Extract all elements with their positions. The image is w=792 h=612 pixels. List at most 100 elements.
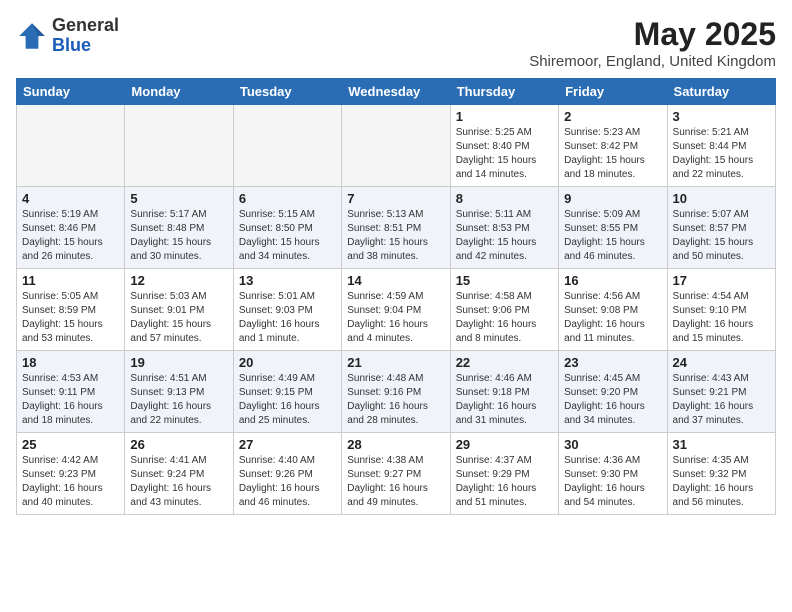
day-number: 5 (130, 191, 227, 206)
calendar-cell: 25 Sunrise: 4:42 AM Sunset: 9:23 PM Dayli… (17, 433, 125, 515)
day-number: 26 (130, 437, 227, 452)
day-info: Sunrise: 5:07 AM Sunset: 8:57 PM Dayligh… (673, 208, 770, 264)
day-number: 28 (347, 437, 444, 452)
calendar-cell: 22Sunrise: 4:46 AM Sunset: 9:18 PM Dayli… (450, 351, 558, 433)
logo-text: General Blue (52, 16, 119, 56)
week-row-2: 4 Sunrise: 5:19 AM Sunset: 8:46 PM Daylig… (17, 187, 776, 269)
weekday-header-monday: Monday (125, 79, 233, 105)
location: Shiremoor, England, United Kingdom (529, 53, 776, 70)
logo-general: General (52, 16, 119, 36)
day-number: 1 (456, 109, 553, 124)
calendar-cell: 8Sunrise: 5:11 AM Sunset: 8:53 PM Daylig… (450, 187, 558, 269)
week-row-4: 18Sunrise: 4:53 AM Sunset: 9:11 PM Dayli… (17, 351, 776, 433)
calendar-cell: 28 Sunrise: 4:38 AM Sunset: 9:27 PM Dayli… (342, 433, 450, 515)
day-info: Sunrise: 5:15 AM Sunset: 8:50 PM Dayligh… (239, 208, 336, 264)
calendar-cell: 7 Sunrise: 5:13 AM Sunset: 8:51 PM Daylig… (342, 187, 450, 269)
calendar-cell: 16Sunrise: 4:56 AM Sunset: 9:08 PM Dayli… (559, 269, 667, 351)
calendar-table: SundayMondayTuesdayWednesdayThursdayFrid… (16, 78, 776, 515)
logo-icon (16, 20, 48, 52)
day-number: 4 (22, 191, 119, 206)
calendar-cell: 23 Sunrise: 4:45 AM Sunset: 9:20 PM Dayli… (559, 351, 667, 433)
day-info: Sunrise: 4:58 AM Sunset: 9:06 PM Dayligh… (456, 290, 553, 346)
day-number: 2 (564, 109, 661, 124)
day-number: 3 (673, 109, 770, 124)
week-row-5: 25 Sunrise: 4:42 AM Sunset: 9:23 PM Dayli… (17, 433, 776, 515)
day-number: 6 (239, 191, 336, 206)
calendar-cell: 6 Sunrise: 5:15 AM Sunset: 8:50 PM Daylig… (233, 187, 341, 269)
calendar-cell: 17Sunrise: 4:54 AM Sunset: 9:10 PM Dayli… (667, 269, 775, 351)
calendar-cell: 24 Sunrise: 4:43 AM Sunset: 9:21 PM Dayli… (667, 351, 775, 433)
calendar-cell: 19 Sunrise: 4:51 AM Sunset: 9:13 PM Dayli… (125, 351, 233, 433)
day-info: Sunrise: 5:03 AM Sunset: 9:01 PM Dayligh… (130, 290, 227, 346)
calendar-cell: 13 Sunrise: 5:01 AM Sunset: 9:03 PM Dayli… (233, 269, 341, 351)
day-number: 9 (564, 191, 661, 206)
calendar-cell: 18Sunrise: 4:53 AM Sunset: 9:11 PM Dayli… (17, 351, 125, 433)
day-info: Sunrise: 4:35 AM Sunset: 9:32 PM Dayligh… (673, 454, 770, 510)
weekday-header-wednesday: Wednesday (342, 79, 450, 105)
day-number: 12 (130, 273, 227, 288)
calendar-cell: 3 Sunrise: 5:21 AM Sunset: 8:44 PM Daylig… (667, 105, 775, 187)
day-info: Sunrise: 4:59 AM Sunset: 9:04 PM Dayligh… (347, 290, 444, 346)
day-info: Sunrise: 4:38 AM Sunset: 9:27 PM Dayligh… (347, 454, 444, 510)
day-number: 18 (22, 355, 119, 370)
day-number: 29 (456, 437, 553, 452)
day-info: Sunrise: 4:51 AM Sunset: 9:13 PM Dayligh… (130, 372, 227, 428)
calendar-cell: 29 Sunrise: 4:37 AM Sunset: 9:29 PM Dayli… (450, 433, 558, 515)
day-info: Sunrise: 5:21 AM Sunset: 8:44 PM Dayligh… (673, 126, 770, 182)
day-number: 23 (564, 355, 661, 370)
day-info: Sunrise: 4:37 AM Sunset: 9:29 PM Dayligh… (456, 454, 553, 510)
day-info: Sunrise: 5:09 AM Sunset: 8:55 PM Dayligh… (564, 208, 661, 264)
day-info: Sunrise: 5:01 AM Sunset: 9:03 PM Dayligh… (239, 290, 336, 346)
month-year: May 2025 (529, 16, 776, 53)
day-number: 20 (239, 355, 336, 370)
day-info: Sunrise: 5:19 AM Sunset: 8:46 PM Dayligh… (22, 208, 119, 264)
page-header: General Blue May 2025 Shiremoor, England… (16, 16, 776, 70)
calendar-cell: 10Sunrise: 5:07 AM Sunset: 8:57 PM Dayli… (667, 187, 775, 269)
calendar-cell (17, 105, 125, 187)
calendar-cell: 31 Sunrise: 4:35 AM Sunset: 9:32 PM Dayli… (667, 433, 775, 515)
day-number: 14 (347, 273, 444, 288)
calendar-cell: 27 Sunrise: 4:40 AM Sunset: 9:26 PM Dayli… (233, 433, 341, 515)
day-number: 11 (22, 273, 119, 288)
day-info: Sunrise: 5:05 AM Sunset: 8:59 PM Dayligh… (22, 290, 119, 346)
calendar-cell: 20 Sunrise: 4:49 AM Sunset: 9:15 PM Dayli… (233, 351, 341, 433)
day-info: Sunrise: 4:45 AM Sunset: 9:20 PM Dayligh… (564, 372, 661, 428)
weekday-header-thursday: Thursday (450, 79, 558, 105)
day-info: Sunrise: 4:36 AM Sunset: 9:30 PM Dayligh… (564, 454, 661, 510)
calendar-cell (233, 105, 341, 187)
day-info: Sunrise: 4:42 AM Sunset: 9:23 PM Dayligh… (22, 454, 119, 510)
day-info: Sunrise: 5:13 AM Sunset: 8:51 PM Dayligh… (347, 208, 444, 264)
day-number: 16 (564, 273, 661, 288)
day-number: 15 (456, 273, 553, 288)
calendar-cell: 26Sunrise: 4:41 AM Sunset: 9:24 PM Dayli… (125, 433, 233, 515)
calendar-cell (342, 105, 450, 187)
day-number: 27 (239, 437, 336, 452)
calendar-cell (125, 105, 233, 187)
calendar-cell: 15 Sunrise: 4:58 AM Sunset: 9:06 PM Dayli… (450, 269, 558, 351)
day-info: Sunrise: 4:49 AM Sunset: 9:15 PM Dayligh… (239, 372, 336, 428)
calendar-cell: 2 Sunrise: 5:23 AM Sunset: 8:42 PM Daylig… (559, 105, 667, 187)
weekday-header-saturday: Saturday (667, 79, 775, 105)
day-number: 19 (130, 355, 227, 370)
day-number: 7 (347, 191, 444, 206)
weekday-header-row: SundayMondayTuesdayWednesdayThursdayFrid… (17, 79, 776, 105)
day-number: 30 (564, 437, 661, 452)
week-row-1: 1Sunrise: 5:25 AM Sunset: 8:40 PM Daylig… (17, 105, 776, 187)
day-number: 24 (673, 355, 770, 370)
day-number: 22 (456, 355, 553, 370)
calendar-cell: 21Sunrise: 4:48 AM Sunset: 9:16 PM Dayli… (342, 351, 450, 433)
day-info: Sunrise: 5:23 AM Sunset: 8:42 PM Dayligh… (564, 126, 661, 182)
day-number: 31 (673, 437, 770, 452)
weekday-header-friday: Friday (559, 79, 667, 105)
day-number: 17 (673, 273, 770, 288)
day-info: Sunrise: 4:40 AM Sunset: 9:26 PM Dayligh… (239, 454, 336, 510)
day-info: Sunrise: 5:11 AM Sunset: 8:53 PM Dayligh… (456, 208, 553, 264)
day-number: 25 (22, 437, 119, 452)
day-info: Sunrise: 4:43 AM Sunset: 9:21 PM Dayligh… (673, 372, 770, 428)
day-info: Sunrise: 5:17 AM Sunset: 8:48 PM Dayligh… (130, 208, 227, 264)
logo: General Blue (16, 16, 119, 56)
day-number: 21 (347, 355, 444, 370)
day-number: 13 (239, 273, 336, 288)
calendar-cell: 5 Sunrise: 5:17 AM Sunset: 8:48 PM Daylig… (125, 187, 233, 269)
calendar-cell: 9 Sunrise: 5:09 AM Sunset: 8:55 PM Daylig… (559, 187, 667, 269)
